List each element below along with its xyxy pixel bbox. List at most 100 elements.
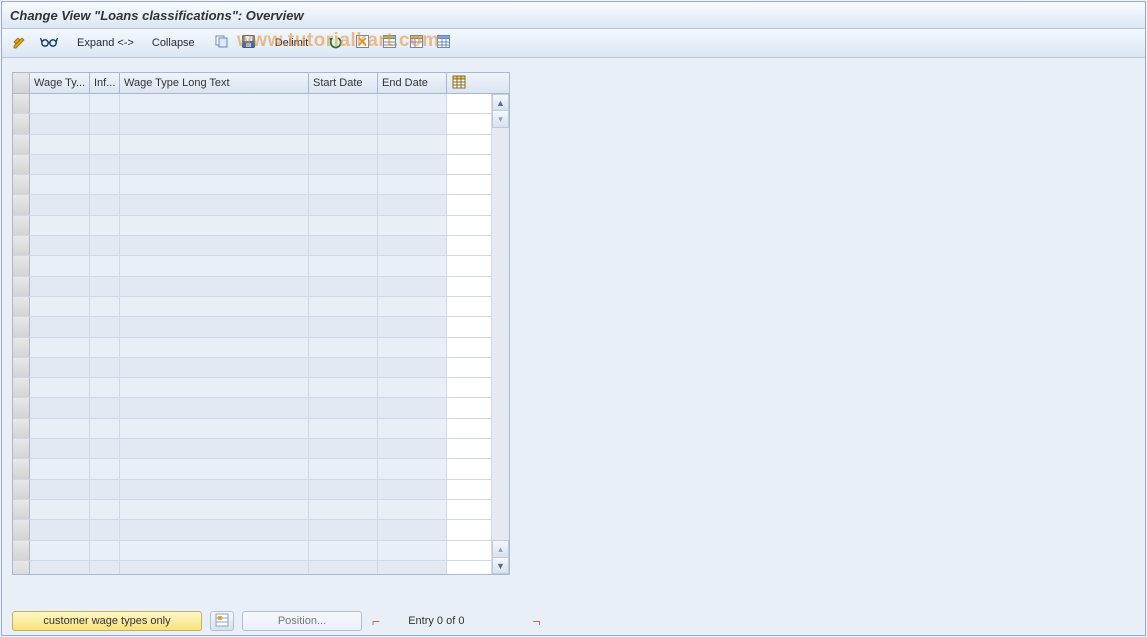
cell-wage-type[interactable] xyxy=(30,500,90,519)
col-header-inf[interactable]: Inf... xyxy=(90,73,120,93)
cell-long-text[interactable] xyxy=(120,236,309,255)
row-selector[interactable] xyxy=(13,541,30,560)
table-row[interactable] xyxy=(13,378,491,398)
cell-end-date[interactable] xyxy=(378,256,447,275)
cell-inf[interactable] xyxy=(90,500,120,519)
cell-wage-type[interactable] xyxy=(30,439,90,458)
table-row[interactable] xyxy=(13,398,491,418)
table-row[interactable] xyxy=(13,135,491,155)
table-row[interactable] xyxy=(13,338,491,358)
table-row[interactable] xyxy=(13,195,491,215)
scroll-down-button[interactable]: ▼ xyxy=(492,557,509,574)
cell-end-date[interactable] xyxy=(378,459,447,478)
cell-long-text[interactable] xyxy=(120,195,309,214)
cell-inf[interactable] xyxy=(90,114,120,133)
cell-inf[interactable] xyxy=(90,155,120,174)
row-selector[interactable] xyxy=(13,561,30,574)
cell-wage-type[interactable] xyxy=(30,114,90,133)
cell-end-date[interactable] xyxy=(378,94,447,113)
copy-button[interactable] xyxy=(210,33,233,53)
row-selector[interactable] xyxy=(13,500,30,519)
cell-wage-type[interactable] xyxy=(30,155,90,174)
table-row[interactable] xyxy=(13,541,491,561)
cell-long-text[interactable] xyxy=(120,216,309,235)
row-selector[interactable] xyxy=(13,216,30,235)
row-selector[interactable] xyxy=(13,114,30,133)
cell-long-text[interactable] xyxy=(120,541,309,560)
table-row[interactable] xyxy=(13,459,491,479)
cell-start-date[interactable] xyxy=(309,541,378,560)
select-all-button[interactable] xyxy=(351,33,374,53)
cell-inf[interactable] xyxy=(90,561,120,574)
change-mode-button[interactable] xyxy=(8,33,32,53)
cell-inf[interactable] xyxy=(90,175,120,194)
cell-long-text[interactable] xyxy=(120,155,309,174)
row-selector[interactable] xyxy=(13,338,30,357)
cell-end-date[interactable] xyxy=(378,338,447,357)
row-selector[interactable] xyxy=(13,398,30,417)
cell-wage-type[interactable] xyxy=(30,338,90,357)
scroll-track[interactable] xyxy=(492,128,509,540)
cell-start-date[interactable] xyxy=(309,338,378,357)
cell-end-date[interactable] xyxy=(378,480,447,499)
cell-wage-type[interactable] xyxy=(30,317,90,336)
cell-inf[interactable] xyxy=(90,338,120,357)
table-row[interactable] xyxy=(13,175,491,195)
cell-start-date[interactable] xyxy=(309,135,378,154)
table-settings-button[interactable] xyxy=(378,33,401,53)
scroll-up-button[interactable]: ▲ xyxy=(492,94,509,111)
position-button[interactable]: Position... xyxy=(242,611,362,631)
expand-button[interactable]: Expand <-> xyxy=(70,33,141,53)
cell-start-date[interactable] xyxy=(309,419,378,438)
table-row[interactable] xyxy=(13,216,491,236)
row-selector[interactable] xyxy=(13,439,30,458)
collapse-button[interactable]: Collapse xyxy=(145,33,202,53)
customer-wage-types-button[interactable]: customer wage types only xyxy=(12,611,202,631)
table-row[interactable] xyxy=(13,520,491,540)
cell-long-text[interactable] xyxy=(120,520,309,539)
cell-long-text[interactable] xyxy=(120,338,309,357)
cell-start-date[interactable] xyxy=(309,500,378,519)
table-row[interactable] xyxy=(13,155,491,175)
cell-long-text[interactable] xyxy=(120,277,309,296)
cell-wage-type[interactable] xyxy=(30,561,90,574)
row-selector[interactable] xyxy=(13,277,30,296)
cell-inf[interactable] xyxy=(90,358,120,377)
cell-long-text[interactable] xyxy=(120,94,309,113)
table-row[interactable] xyxy=(13,114,491,134)
cell-inf[interactable] xyxy=(90,135,120,154)
table-row[interactable] xyxy=(13,277,491,297)
cell-end-date[interactable] xyxy=(378,419,447,438)
cell-inf[interactable] xyxy=(90,378,120,397)
table-row[interactable] xyxy=(13,256,491,276)
table-row[interactable] xyxy=(13,419,491,439)
row-selector[interactable] xyxy=(13,358,30,377)
cell-wage-type[interactable] xyxy=(30,94,90,113)
cell-end-date[interactable] xyxy=(378,561,447,574)
cell-wage-type[interactable] xyxy=(30,419,90,438)
cell-end-date[interactable] xyxy=(378,135,447,154)
cell-inf[interactable] xyxy=(90,317,120,336)
cell-start-date[interactable] xyxy=(309,561,378,574)
row-selector[interactable] xyxy=(13,419,30,438)
cell-long-text[interactable] xyxy=(120,439,309,458)
cell-end-date[interactable] xyxy=(378,378,447,397)
grid-configure-button[interactable] xyxy=(447,73,471,93)
cell-end-date[interactable] xyxy=(378,500,447,519)
row-selector[interactable] xyxy=(13,155,30,174)
cell-end-date[interactable] xyxy=(378,277,447,296)
scroll-up-step-button[interactable]: ▾ xyxy=(492,111,509,128)
cell-wage-type[interactable] xyxy=(30,520,90,539)
cell-inf[interactable] xyxy=(90,398,120,417)
row-selector[interactable] xyxy=(13,317,30,336)
cell-start-date[interactable] xyxy=(309,398,378,417)
cell-long-text[interactable] xyxy=(120,419,309,438)
cell-inf[interactable] xyxy=(90,459,120,478)
cell-start-date[interactable] xyxy=(309,175,378,194)
cell-wage-type[interactable] xyxy=(30,358,90,377)
cell-wage-type[interactable] xyxy=(30,195,90,214)
cell-wage-type[interactable] xyxy=(30,459,90,478)
cell-wage-type[interactable] xyxy=(30,175,90,194)
cell-start-date[interactable] xyxy=(309,378,378,397)
cell-end-date[interactable] xyxy=(378,155,447,174)
